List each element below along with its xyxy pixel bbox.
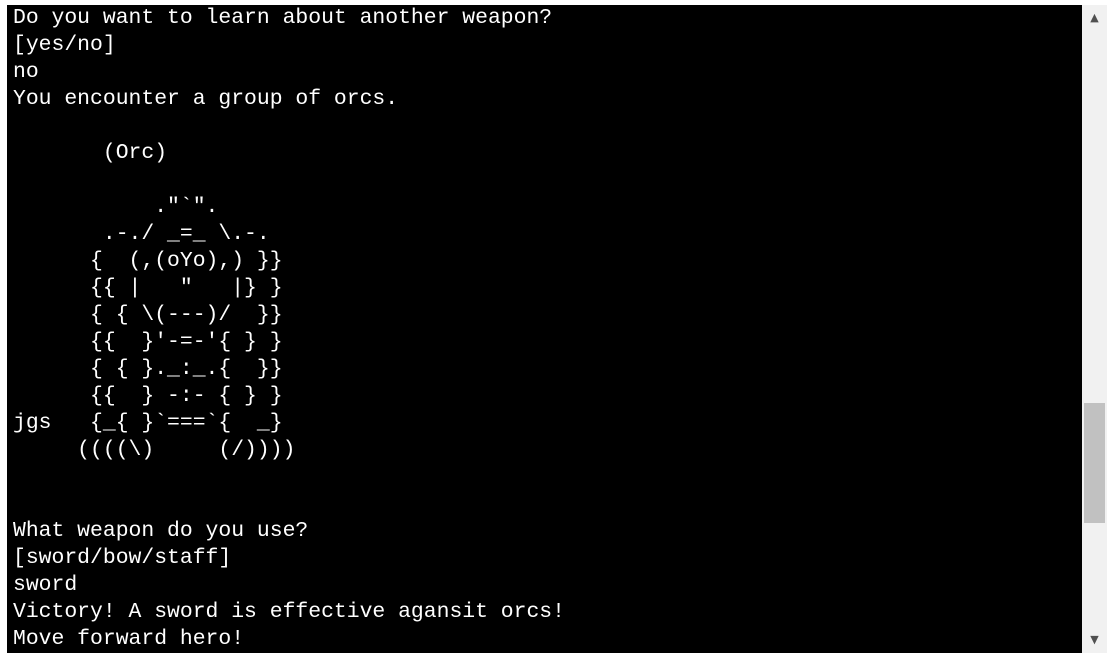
terminal-line: Victory! A sword is effective agansit or… [13,600,565,624]
terminal-line: Do you want to learn about another weapo… [13,6,553,30]
terminal-window: Do you want to learn about another weapo… [0,0,1114,663]
ascii-art-line: { (,(oYo),) }} [13,249,283,273]
terminal-text: Do you want to learn about another weapo… [13,5,565,653]
terminal-output[interactable]: Do you want to learn about another weapo… [7,5,1082,653]
ascii-art-line: jgs {_{ }`===`{ _} [13,411,283,435]
ascii-art-line: .-./ _=_ \.-. [13,222,270,246]
terminal-line: You encounter a group of orcs. [13,87,399,111]
terminal-line: Move forward hero! [13,627,245,651]
ascii-art-line: { { }._:_.{ }} [13,357,283,381]
terminal-line: [yes/no] [13,33,116,57]
terminal-line: (Orc) [13,141,168,165]
terminal-line: What weapon do you use? [13,519,309,543]
chevron-down-icon[interactable]: ▼ [1082,630,1107,650]
terminal-line: no [13,60,39,84]
ascii-art-line: { { \(---)/ }} [13,303,283,327]
ascii-art-line: ((((\) (/)))) [13,438,296,462]
chevron-up-icon[interactable]: ▲ [1082,8,1107,28]
ascii-art-line: {{ }'-=-'{ } } [13,330,283,354]
scrollbar-thumb[interactable] [1084,403,1105,523]
vertical-scrollbar[interactable]: ▲ ▼ [1082,5,1107,653]
ascii-art-line: {{ } -:- { } } [13,384,283,408]
terminal-line: sword [13,573,78,597]
ascii-art-line: {{ | " |} } [13,276,283,300]
terminal-line: [sword/bow/staff] [13,546,232,570]
ascii-art-line: ."`". [13,195,219,219]
